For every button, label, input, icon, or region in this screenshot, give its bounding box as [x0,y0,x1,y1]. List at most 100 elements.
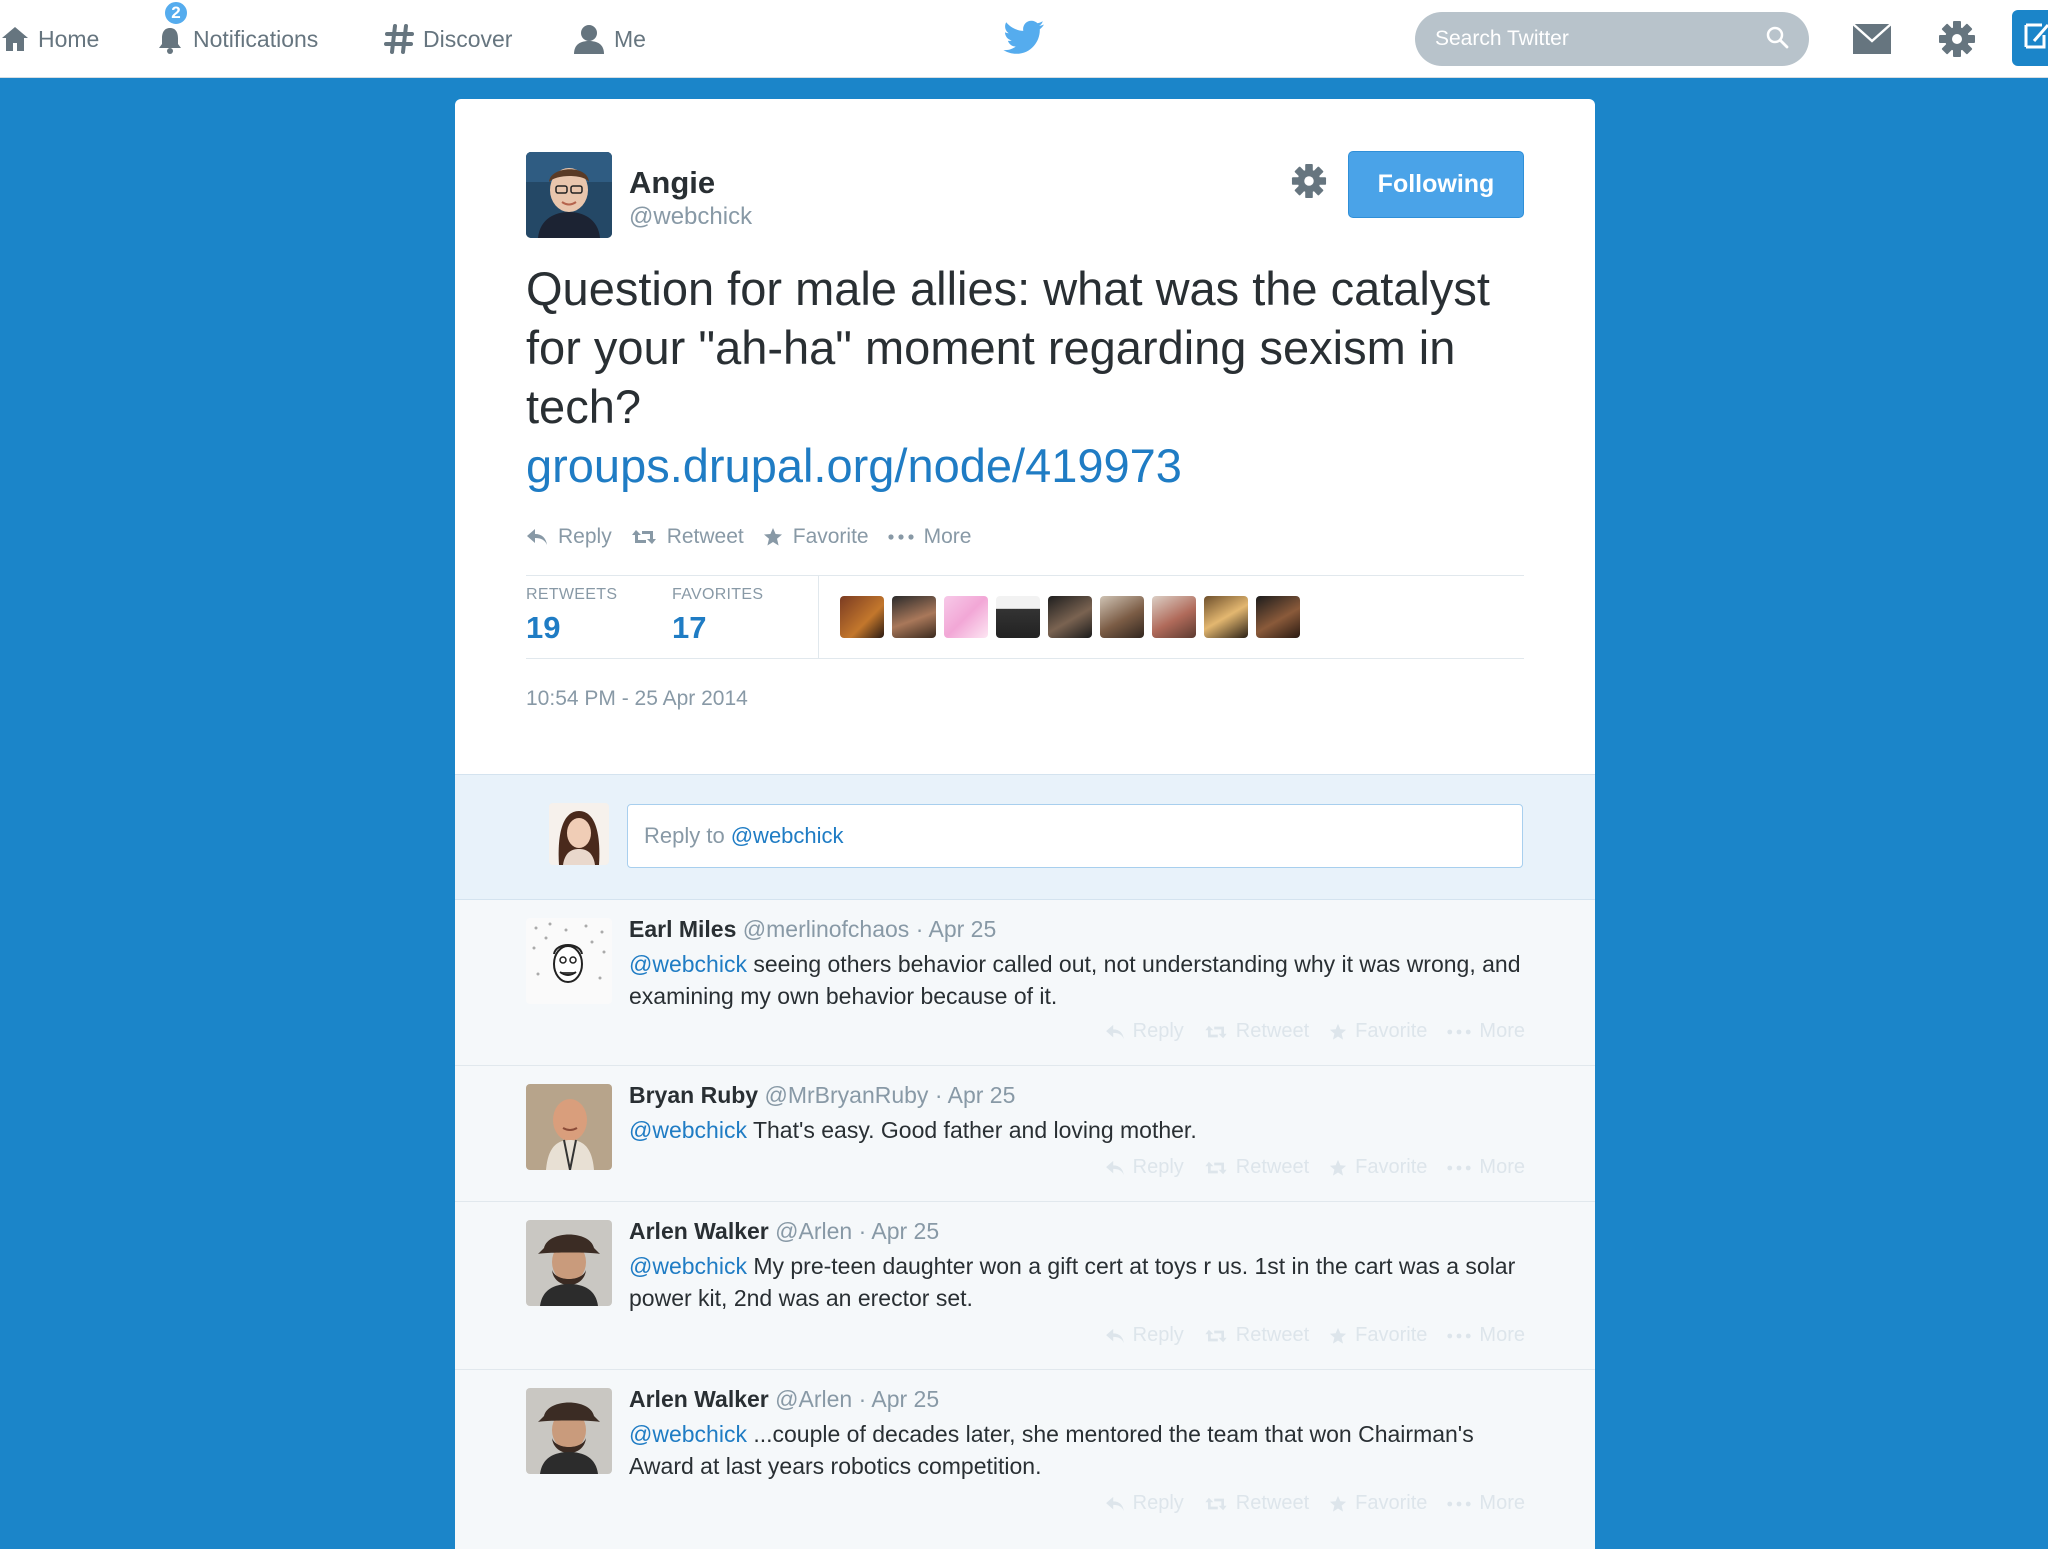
reply-tweet[interactable]: Arlen Walker @Arlen · Apr 25 @webchick .… [455,1370,1595,1549]
search-input[interactable] [1435,27,1765,51]
reply-avatar[interactable] [526,1388,612,1474]
favorite-action[interactable]: Favorite [1329,1020,1427,1043]
reply-prefix: Reply to [644,823,725,849]
more-action[interactable]: More [1447,1156,1525,1179]
retweet-action[interactable]: Retweet [1204,1156,1309,1179]
author-avatar[interactable] [526,152,612,238]
reply-author-name[interactable]: Arlen Walker [629,1386,769,1412]
reply-author-name[interactable]: Arlen Walker [629,1218,769,1244]
star-icon [1329,1327,1347,1345]
more-action[interactable]: More [1447,1492,1525,1515]
reply-body: seeing others behavior called out, not u… [629,951,1521,1009]
reply-mention[interactable]: @webchick [629,1253,747,1279]
more-label: More [1479,1020,1525,1043]
more-label: More [1479,1156,1525,1179]
settings-gear-icon[interactable] [1936,19,1978,59]
favoriter-avatar[interactable] [892,596,936,638]
favoriter-avatar[interactable] [1256,596,1300,638]
favoriter-avatar[interactable] [840,596,884,638]
search-icon[interactable] [1765,25,1789,54]
compose-tweet-button[interactable] [2012,10,2048,66]
favoriter-avatar[interactable] [1152,596,1196,638]
retweet-action[interactable]: Retweet [1204,1020,1309,1043]
reply-tweet[interactable]: Bryan Ruby @MrBryanRuby · Apr 25 @webchi… [455,1066,1595,1202]
retweet-label: Retweet [667,525,744,549]
favorites-stat[interactable]: FAVORITES 17 [672,586,763,646]
retweets-stat[interactable]: RETWEETS 19 [526,586,617,646]
retweet-action[interactable]: Retweet [631,525,744,549]
nav-me-label: Me [614,26,646,53]
person-icon [572,23,606,55]
reply-mention: @webchick [731,823,844,849]
favoriter-avatar[interactable] [1204,596,1248,638]
nav-notifications[interactable]: 2 Notifications [155,0,318,78]
favoriter-avatar[interactable] [1048,596,1092,638]
reply-action[interactable]: Reply [1105,1020,1184,1043]
reply-avatar[interactable] [526,1084,612,1170]
reply-icon [1105,1024,1125,1040]
reply-actions: Reply Retweet Favorite More [1085,1156,1525,1179]
retweet-label: Retweet [1236,1020,1309,1043]
reply-tweet[interactable]: Arlen Walker @Arlen · Apr 25 @webchick M… [455,1202,1595,1370]
reply-icon [1105,1328,1125,1344]
favorite-action[interactable]: Favorite [1329,1324,1427,1347]
reply-mention[interactable]: @webchick [629,1421,747,1447]
following-button[interactable]: Following [1348,151,1524,218]
author-name[interactable]: Angie [629,165,715,201]
favoriter-avatar[interactable] [996,596,1040,638]
search-box[interactable] [1415,12,1809,66]
favorite-action[interactable]: Favorite [1329,1492,1427,1515]
favoriter-avatar[interactable] [944,596,988,638]
reply-header: Bryan Ruby @MrBryanRuby · Apr 25 [629,1082,1015,1109]
more-action[interactable]: More [1447,1020,1525,1043]
reply-author-name[interactable]: Bryan Ruby [629,1082,758,1108]
reply-avatar[interactable] [526,918,612,1004]
nav-me[interactable]: Me [572,0,646,78]
retweet-label: Retweet [1236,1324,1309,1347]
favorite-label: Favorite [1355,1324,1427,1347]
reply-header: Arlen Walker @Arlen · Apr 25 [629,1386,939,1413]
stats-divider-top [526,575,1524,576]
retweet-action[interactable]: Retweet [1204,1324,1309,1347]
retweets-count: 19 [526,610,617,646]
author-handle[interactable]: @webchick [629,203,752,231]
twitter-bird-logo-icon[interactable] [1003,20,1045,56]
reply-mention[interactable]: @webchick [629,1117,747,1143]
favorite-action[interactable]: Favorite [1329,1156,1427,1179]
stats-divider-vertical [818,576,819,658]
reply-avatar[interactable] [526,1220,612,1306]
reply-author-name[interactable]: Earl Miles [629,916,736,942]
reply-label: Reply [1133,1324,1184,1347]
more-action[interactable]: More [888,525,972,549]
reply-icon [1105,1496,1125,1512]
reply-tweet[interactable]: Earl Miles @merlinofchaos · Apr 25 @webc… [455,900,1595,1066]
reply-mention[interactable]: @webchick [629,951,747,977]
reply-text: @webchick My pre-teen daughter won a gif… [629,1250,1529,1314]
favorite-action[interactable]: Favorite [763,525,869,549]
more-action[interactable]: More [1447,1324,1525,1347]
tweet-link[interactable]: groups.drupal.org/node/419973 [526,436,1536,495]
reply-actions: Reply Retweet Favorite More [1085,1020,1525,1043]
favoriter-avatar[interactable] [1100,596,1144,638]
reply-author-meta[interactable]: @Arlen · Apr 25 [775,1218,939,1244]
reply-input[interactable]: Reply to @webchick [627,804,1523,868]
nav-home[interactable]: Home [0,0,99,78]
current-user-avatar [549,803,609,865]
reply-author-meta[interactable]: @Arlen · Apr 25 [775,1386,939,1412]
tweet-text: Question for male allies: what was the c… [526,259,1536,495]
reply-action[interactable]: Reply [1105,1324,1184,1347]
reply-action[interactable]: Reply [1105,1156,1184,1179]
star-icon [1329,1159,1347,1177]
tweet-timestamp[interactable]: 10:54 PM - 25 Apr 2014 [526,687,748,711]
nav-discover[interactable]: Discover [383,0,512,78]
retweet-icon [1204,1160,1228,1176]
reply-action[interactable]: Reply [1105,1492,1184,1515]
more-dots-icon [1447,1501,1471,1507]
reply-author-meta[interactable]: @merlinofchaos · Apr 25 [743,916,996,942]
direct-messages-envelope-icon[interactable] [1851,19,1893,59]
retweet-action[interactable]: Retweet [1204,1492,1309,1515]
favorite-label: Favorite [1355,1020,1427,1043]
reply-action[interactable]: Reply [526,525,612,549]
user-actions-gear-icon[interactable] [1291,163,1327,199]
reply-author-meta[interactable]: @MrBryanRuby · Apr 25 [764,1082,1015,1108]
